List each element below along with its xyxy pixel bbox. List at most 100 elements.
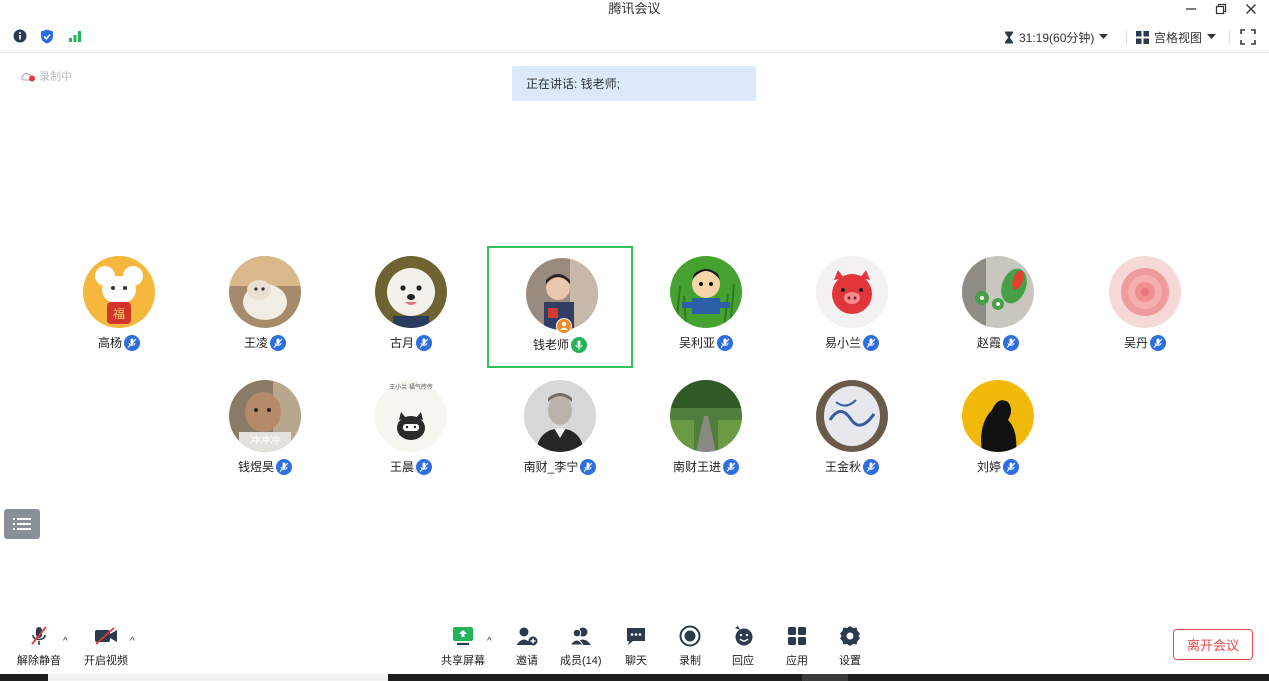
participant-name: 南财_李宁: [523, 460, 579, 474]
avatar-overlay-text: 王小兰 福气传传: [389, 385, 433, 391]
participant-tile[interactable]: 王小兰 福气传传 王晨: [338, 370, 484, 492]
settings-button[interactable]: 设置: [839, 625, 861, 668]
road-photo-avatar: [670, 380, 742, 452]
close-button[interactable]: [1237, 0, 1265, 18]
members-button[interactable]: 成员(14): [560, 625, 602, 668]
participant-list-toggle[interactable]: [4, 509, 40, 539]
participant-tile[interactable]: 南财王进: [633, 370, 779, 492]
participant-tile[interactable]: 福 高杨: [46, 246, 192, 368]
participant-tile[interactable]: 吴利亚: [633, 246, 779, 368]
cartoon-boy-avatar: [670, 256, 742, 328]
participant-tile[interactable]: 王金秋: [779, 370, 925, 492]
participant-tile[interactable]: 吴丹: [1072, 246, 1218, 368]
host-badge-icon: [556, 318, 572, 334]
title-bar: 腾讯会议: [0, 0, 1269, 22]
participant-name: 易小兰: [824, 336, 861, 350]
avatar: [524, 380, 596, 452]
participant-tile[interactable]: 易小兰: [779, 246, 925, 368]
restore-button[interactable]: [1207, 0, 1235, 18]
view-mode-selector[interactable]: 宫格视图: [1136, 28, 1217, 46]
chat-icon: [627, 628, 645, 645]
divider: [1126, 30, 1127, 44]
participant-name: 高杨: [97, 336, 122, 350]
participant-tile[interactable]: 刘婷: [925, 370, 1071, 492]
rose-avatar: [1109, 256, 1181, 328]
start-video-button[interactable]: 开启视频: [84, 625, 128, 668]
participant-name: 王凌: [243, 336, 268, 350]
microphone-icon: [723, 458, 739, 475]
participant-name: 钱煜昊: [237, 460, 274, 474]
cloud-record-icon: [21, 72, 35, 82]
audio-options-chevron-icon[interactable]: ^: [63, 636, 68, 647]
info-icon[interactable]: [13, 29, 27, 48]
meeting-timer[interactable]: 31:19(60分钟): [1004, 28, 1109, 46]
participant-name: 王晨: [389, 460, 414, 474]
participant-tile[interactable]: 南财_李宁: [487, 370, 633, 492]
frog-toy-avatar: [962, 256, 1034, 328]
participant-name: 古月: [389, 336, 414, 350]
microphone-icon: [863, 334, 879, 351]
participant-tile-speaking[interactable]: 钱老师: [487, 246, 633, 368]
avatar-overlay-text: 冲冲冲: [250, 436, 280, 447]
avatar: [816, 256, 888, 328]
security-shield-icon[interactable]: [40, 29, 54, 49]
invite-button[interactable]: 邀请: [516, 625, 538, 668]
close-icon: [1246, 4, 1256, 14]
chat-button[interactable]: 聊天: [625, 625, 647, 668]
participant-tile[interactable]: 冲冲冲 钱煜昊: [192, 370, 338, 492]
microphone-icon: [1003, 458, 1019, 475]
active-speaker-text: 正在讲话: 钱老师;: [526, 77, 621, 91]
network-signal-icon[interactable]: [68, 29, 82, 48]
microphone-icon: [1150, 334, 1166, 351]
microphone-icon: [276, 458, 292, 475]
os-taskbar: [0, 674, 1269, 681]
unmute-button[interactable]: 解除静音: [17, 625, 61, 668]
members-icon: [568, 627, 591, 646]
microphone-icon: [416, 458, 432, 475]
participant-tile[interactable]: 王凌: [192, 246, 338, 368]
share-options-chevron-icon[interactable]: ^: [487, 636, 492, 647]
microphone-icon: [416, 334, 432, 351]
svg-text:福: 福: [113, 306, 125, 321]
meeting-info-bar: 31:19(60分钟) 宫格视图: [0, 22, 1269, 53]
video-options-chevron-icon[interactable]: ^: [130, 636, 135, 647]
active-speaker-banner: 正在讲话: 钱老师;: [512, 66, 756, 101]
avatar: [816, 380, 888, 452]
fullscreen-icon[interactable]: [1240, 29, 1256, 50]
record-icon: [679, 625, 701, 647]
minimize-icon: [1186, 8, 1196, 10]
window-title: 腾讯会议: [608, 1, 661, 16]
apps-button[interactable]: 应用: [786, 625, 808, 668]
microphone-icon: [124, 334, 140, 351]
reaction-icon: [735, 626, 753, 646]
avatar: [962, 256, 1034, 328]
participant-name: 吴丹: [1123, 336, 1148, 350]
microphone-icon: [863, 458, 879, 475]
recording-label: 录制中: [39, 71, 72, 83]
avatar: 福: [83, 256, 155, 328]
recording-indicator[interactable]: 录制中: [20, 68, 72, 84]
participant-name: 南财王进: [672, 460, 721, 474]
participant-tile[interactable]: 古月: [338, 246, 484, 368]
participant-tile[interactable]: 赵霞: [925, 246, 1071, 368]
minimize-button[interactable]: [1177, 0, 1205, 18]
hourglass-icon: [1005, 31, 1013, 43]
avatar: [1109, 256, 1181, 328]
avatar: [375, 256, 447, 328]
avatar: [229, 256, 301, 328]
avatar: [670, 380, 742, 452]
share-screen-button[interactable]: 共享屏幕: [441, 625, 485, 668]
reaction-button[interactable]: 回应: [732, 625, 754, 668]
avatar: [670, 256, 742, 328]
taskbar-item[interactable]: [802, 674, 848, 681]
restore-icon: [1215, 3, 1227, 15]
microphone-icon: [580, 458, 597, 475]
gear-icon: [840, 626, 860, 646]
taskbar-search-box[interactable]: [48, 674, 388, 681]
participant-name: 赵霞: [976, 336, 1001, 350]
leave-meeting-button[interactable]: 离开会议: [1173, 629, 1253, 660]
record-button[interactable]: 录制: [679, 625, 701, 668]
grid-view-icon: [1136, 30, 1149, 44]
list-icon: [13, 518, 31, 530]
apps-icon: [788, 627, 806, 645]
